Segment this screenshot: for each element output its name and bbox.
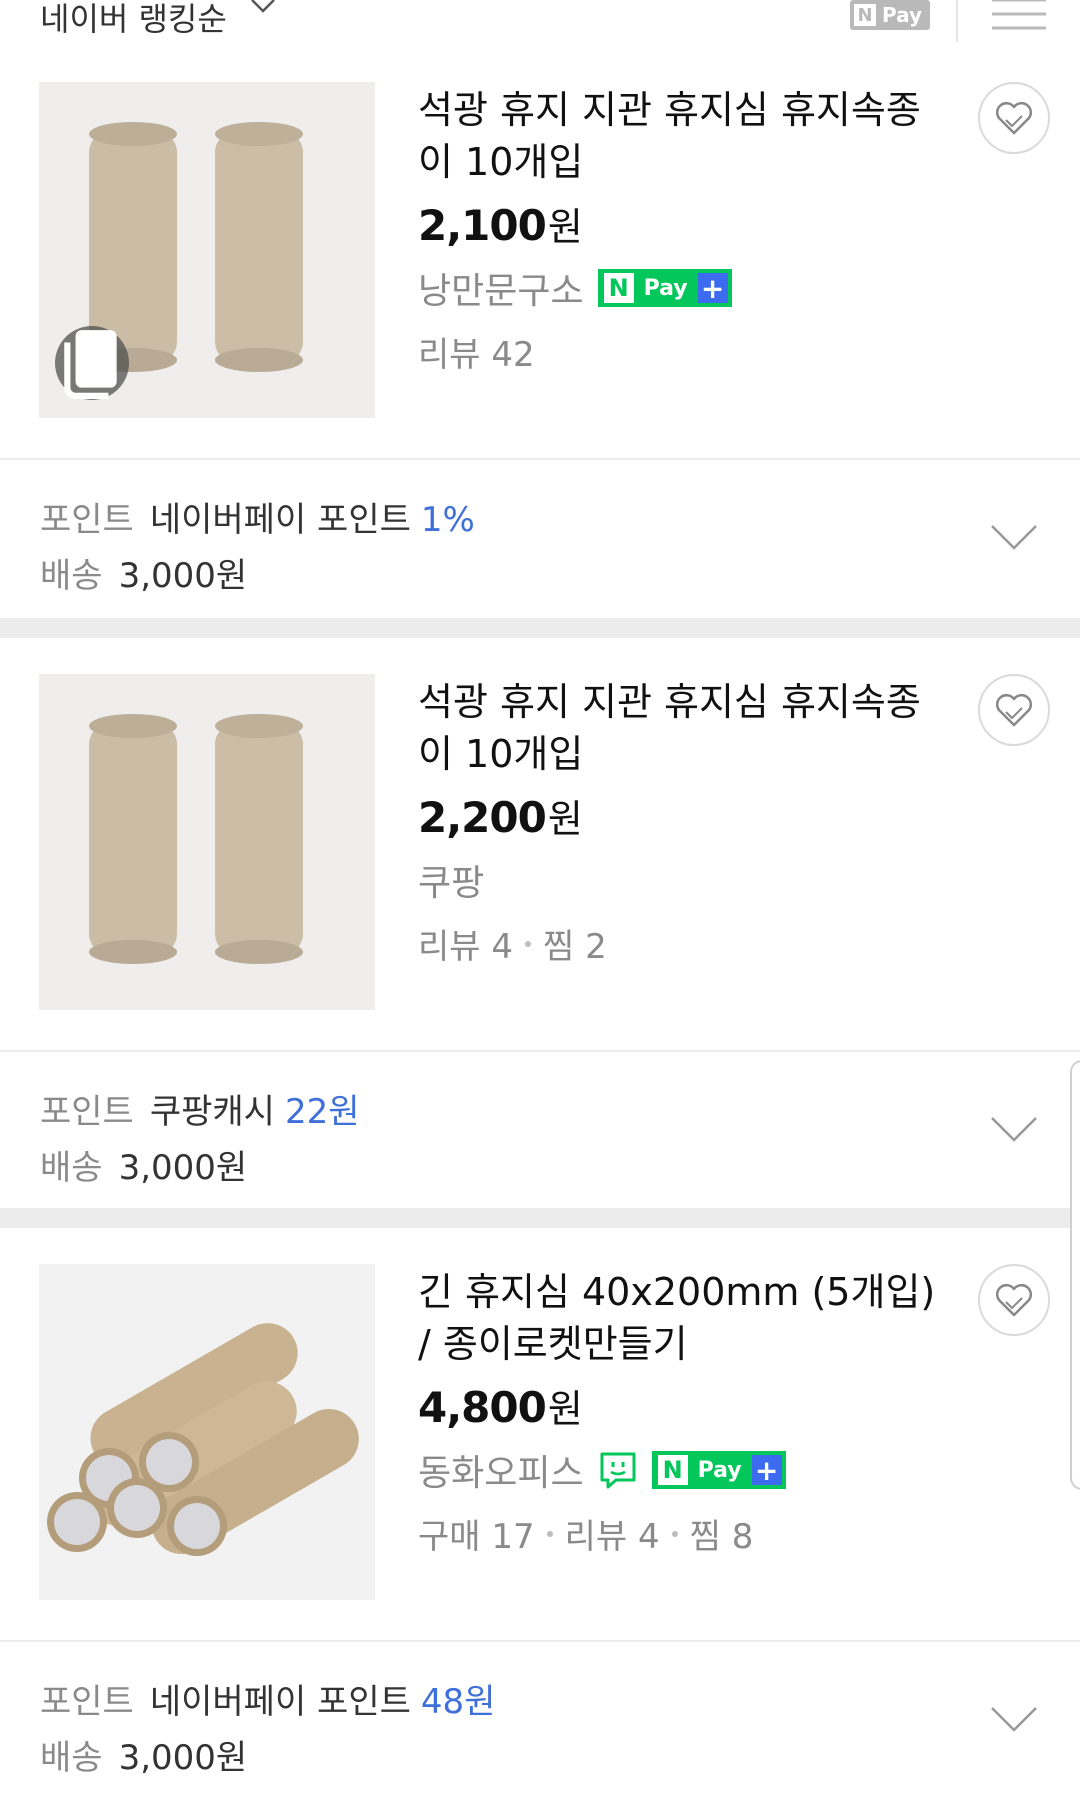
product-card[interactable]: 석광 휴지 지관 휴지심 휴지속종이 10개입 2,100원 낭만문구소 N P…	[0, 82, 1080, 458]
wishlist-button[interactable]	[978, 1264, 1050, 1336]
paper-tubes-image	[39, 674, 375, 1010]
chevron-down-icon[interactable]	[248, 0, 278, 20]
point-line: 포인트 네이버페이 포인트 1%	[40, 492, 475, 541]
expand-chevron-icon[interactable]	[988, 518, 1040, 554]
product-image[interactable]	[39, 82, 375, 418]
wish-count: 찜 8	[689, 1517, 754, 1557]
sort-dropdown-label[interactable]: 네이버 랭킹순	[40, 0, 227, 40]
product-meta: 리뷰 4 찜 2	[418, 919, 938, 968]
point-label: 포인트	[40, 500, 134, 540]
npay-n-logo: N	[854, 4, 876, 26]
npay-plus-badge: N Pay +	[597, 269, 732, 307]
delivery-label: 배송	[40, 556, 103, 596]
plus-icon: +	[697, 272, 728, 305]
purchase-count: 구매 17	[418, 1517, 535, 1557]
npay-pay-text: Pay	[882, 3, 923, 27]
section-divider	[0, 618, 1080, 638]
point-value: 1%	[420, 500, 475, 540]
seller-row: 낭만문구소 N Pay +	[418, 262, 938, 314]
scrollbar[interactable]	[1070, 1060, 1080, 1490]
product-card[interactable]: 석광 휴지 지관 휴지심 휴지속종이 10개입 2,200원 쿠팡 리뷰 4 찜…	[0, 674, 1080, 1050]
point-text: 쿠팡캐시	[149, 1092, 275, 1132]
delivery-fee: 3,000원	[118, 1738, 248, 1778]
delivery-line: 배송 3,000원	[40, 1140, 247, 1189]
product-card[interactable]: 긴 휴지심 40x200mm (5개입) / 종이로켓만들기 4,800원 동화…	[0, 1264, 1080, 1640]
multi-image-icon	[55, 326, 129, 400]
review-count[interactable]: 리뷰 4	[565, 1509, 660, 1558]
seller-name[interactable]: 쿠팡	[418, 854, 484, 906]
npay-n-logo: N	[657, 1455, 688, 1485]
delivery-fee: 3,000원	[118, 556, 248, 596]
heart-icon	[996, 1284, 1032, 1317]
seller-name[interactable]: 동화오피스	[418, 1444, 584, 1496]
seller-row: 쿠팡	[418, 854, 938, 906]
product-meta: 구매 17 리뷰 4 찜 8	[418, 1509, 938, 1558]
benefit-panel[interactable]: 포인트 쿠팡캐시 22원 배송 3,000원	[0, 1050, 1080, 1208]
product-price: 2,100원	[418, 201, 583, 250]
npay-n-logo: N	[603, 273, 634, 303]
point-value: 48원	[420, 1682, 496, 1722]
npay-pay-text: Pay	[643, 275, 688, 301]
point-label: 포인트	[40, 1092, 134, 1132]
delivery-line: 배송 3,000원	[40, 548, 247, 597]
heart-icon	[996, 102, 1032, 135]
plus-icon: +	[751, 1454, 782, 1487]
review-count[interactable]: 리뷰 42	[418, 327, 535, 376]
seller-row: 동화오피스 N Pay +	[418, 1444, 938, 1496]
point-text: 네이버페이 포인트	[149, 1682, 411, 1722]
delivery-label: 배송	[40, 1148, 103, 1188]
sort-bar: 네이버 랭킹순 N Pay	[0, 0, 1080, 42]
product-info: 긴 휴지심 40x200mm (5개입) / 종이로켓만들기 4,800원 동화…	[418, 1264, 938, 1558]
separator-dot	[525, 940, 531, 947]
expand-chevron-icon[interactable]	[988, 1110, 1040, 1146]
product-info: 석광 휴지 지관 휴지심 휴지속종이 10개입 2,200원 쿠팡 리뷰 4 찜…	[418, 674, 938, 968]
product-image[interactable]	[39, 674, 375, 1010]
wish-count: 찜 2	[543, 927, 607, 967]
separator-dot	[546, 1530, 553, 1537]
delivery-label: 배송	[40, 1738, 103, 1778]
product-image[interactable]	[39, 1264, 375, 1600]
product-price: 4,800원	[418, 1383, 583, 1432]
review-count[interactable]: 리뷰 4	[418, 919, 513, 968]
delivery-line: 배송 3,000원	[40, 1730, 247, 1779]
divider	[956, 0, 958, 42]
product-title[interactable]: 석광 휴지 지관 휴지심 휴지속종이 10개입	[418, 84, 938, 188]
long-paper-tubes-image	[39, 1264, 375, 1600]
npay-pay-text: Pay	[697, 1457, 742, 1483]
list-view-icon[interactable]	[992, 0, 1046, 36]
point-line: 포인트 쿠팡캐시 22원	[40, 1084, 360, 1133]
product-title[interactable]: 긴 휴지심 40x200mm (5개입) / 종이로켓만들기	[418, 1266, 938, 1370]
wishlist-button[interactable]	[978, 674, 1050, 746]
npay-filter-toggle[interactable]: N Pay	[850, 0, 930, 30]
point-label: 포인트	[40, 1682, 134, 1722]
talktalk-icon[interactable]	[598, 1450, 638, 1490]
expand-chevron-icon[interactable]	[988, 1700, 1040, 1736]
product-title[interactable]: 석광 휴지 지관 휴지심 휴지속종이 10개입	[418, 676, 938, 780]
seller-name[interactable]: 낭만문구소	[418, 262, 584, 314]
separator-dot	[671, 1530, 678, 1537]
section-divider	[0, 1208, 1080, 1228]
wishlist-button[interactable]	[978, 82, 1050, 154]
product-info: 석광 휴지 지관 휴지심 휴지속종이 10개입 2,100원 낭만문구소 N P…	[418, 82, 938, 376]
heart-icon	[996, 694, 1032, 727]
npay-plus-badge: N Pay +	[651, 1451, 786, 1489]
delivery-fee: 3,000원	[118, 1148, 248, 1188]
benefit-panel[interactable]: 포인트 네이버페이 포인트 1% 배송 3,000원	[0, 458, 1080, 616]
benefit-panel[interactable]: 포인트 네이버페이 포인트 48원 배송 3,000원	[0, 1640, 1080, 1798]
point-text: 네이버페이 포인트	[149, 500, 411, 540]
point-value: 22원	[284, 1092, 360, 1132]
product-price: 2,200원	[418, 793, 583, 842]
point-line: 포인트 네이버페이 포인트 48원	[40, 1674, 495, 1723]
product-meta: 리뷰 42	[418, 327, 938, 376]
